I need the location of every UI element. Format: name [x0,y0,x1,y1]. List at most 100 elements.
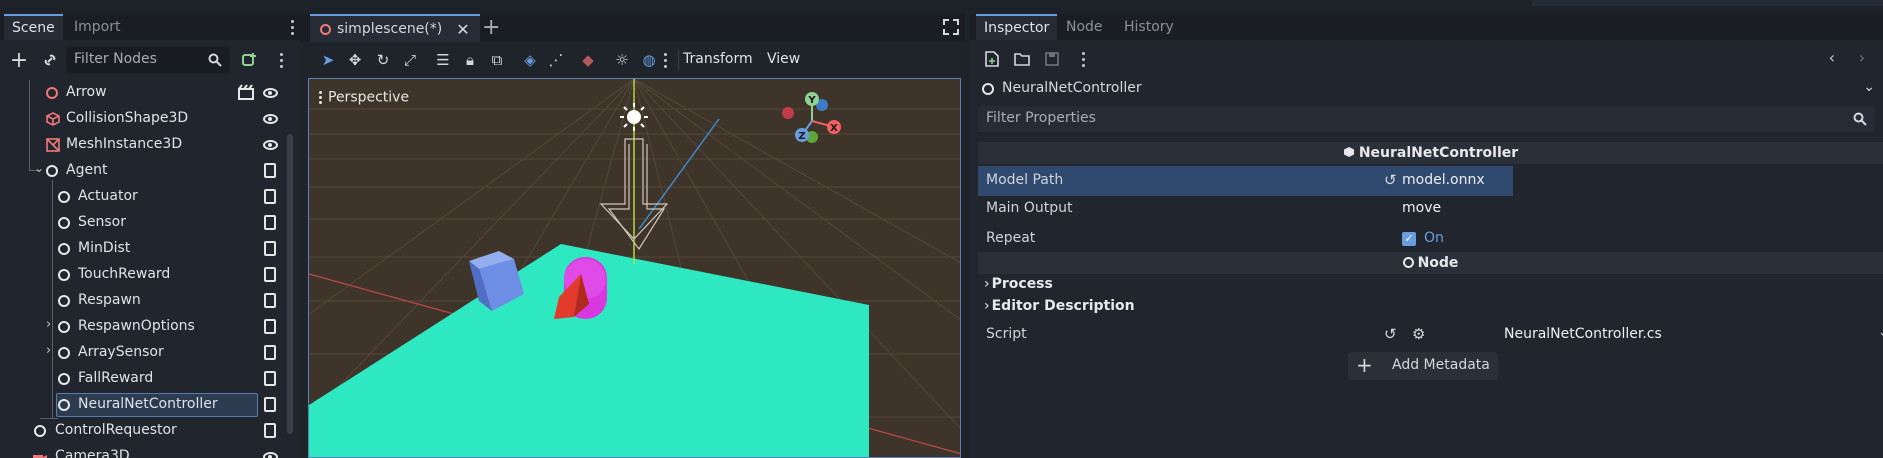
eye-icon[interactable] [262,84,280,102]
eye-icon[interactable] [262,110,280,128]
tab-import[interactable]: Import [66,14,128,40]
open-folder-icon[interactable] [1010,47,1034,71]
model-path-value[interactable]: model.onnx [1402,172,1485,188]
history-back-icon[interactable]: ‹ [1829,48,1835,67]
tab-history[interactable]: History [1116,14,1182,40]
search-icon [208,53,222,67]
3d-viewport[interactable]: Perspective Y X Z [308,78,961,458]
scene-tree-scrollbar[interactable] [287,134,293,434]
tree-row-meshinstance3d[interactable]: MeshInstance3D [0,132,290,158]
preview-camera-icon[interactable]: ◆ [578,50,598,70]
tree-row-mindist[interactable]: MinDist [0,236,290,262]
history-forward-icon[interactable]: › [1859,48,1865,67]
transform-menu[interactable]: Transform [683,51,753,67]
viewport-more-icon[interactable] [627,51,631,69]
chevron-down-icon[interactable]: ⌄ [1878,325,1883,340]
new-tab-icon[interactable]: + [482,15,500,40]
local-space-icon[interactable]: ◈ [520,50,540,70]
dock-menu-icon[interactable] [291,18,295,36]
script-icon[interactable] [262,370,280,388]
environment-icon[interactable]: ◍ [639,50,659,70]
scene-tab-title: simplescene(*) [337,21,443,37]
tab-scene[interactable]: Scene [4,14,63,40]
group-icon[interactable]: ⧉ [487,50,507,70]
instance-scene-icon[interactable] [238,48,262,72]
tree-row-respawn[interactable]: Respawn [0,288,290,314]
script-icon[interactable] [262,266,280,284]
clapper-icon[interactable] [238,84,256,102]
prop-repeat[interactable]: Repeat ✓ On [978,224,1883,254]
script-icon[interactable] [262,292,280,310]
script-icon[interactable] [262,396,280,414]
inspector-more-icon[interactable] [1082,50,1086,68]
add-metadata-button[interactable]: + Add Metadata [1348,352,1498,380]
chevron-right-icon[interactable]: › [46,343,51,358]
filter-properties-input[interactable]: Filter Properties [978,106,1875,132]
top-search-field[interactable] [1532,0,1883,6]
tree-row-respawnoptions[interactable]: › RespawnOptions [0,314,290,340]
tree-row-touchreward[interactable]: TouchReward [0,262,290,288]
script-icon[interactable] [262,240,280,258]
save-icon[interactable] [1040,47,1064,71]
tree-row-sensor[interactable]: Sensor [0,210,290,236]
eye-icon[interactable] [262,136,280,154]
revert-icon[interactable]: ↺ [1384,325,1397,343]
add-node-icon[interactable]: + [7,48,31,73]
axis-gizmo[interactable]: Y X Z [774,87,854,157]
scene-tab[interactable]: simplescene(*) ✕ [310,14,480,42]
viewport-menu-icon[interactable] [664,51,668,69]
tree-row-camera3d[interactable]: Camera3D [0,444,290,458]
script-icon[interactable] [262,162,280,180]
prop-label: Main Output [986,200,1073,216]
script-icon[interactable] [262,188,280,206]
repeat-checkbox[interactable]: ✓ [1402,232,1416,246]
move-tool-icon[interactable]: ✥ [345,50,365,70]
tree-row-arrow[interactable]: Arrow [0,80,290,106]
list-select-icon[interactable]: ☰ [433,50,453,70]
scene-menu-icon[interactable] [280,51,284,69]
view-menu[interactable]: View [767,51,800,67]
tree-row-arraysensor[interactable]: › ArraySensor [0,340,290,366]
tree-row-controlrequestor[interactable]: ControlRequestor [0,418,290,444]
prop-main-output[interactable]: Main Output move [978,194,1883,224]
tab-node[interactable]: Node [1058,14,1111,40]
close-tab-icon[interactable]: ✕ [456,20,469,39]
prop-script[interactable]: Script ↺ ⚙ NeuralNetController.cs ⌄ [978,320,1883,350]
rotate-tool-icon[interactable]: ↻ [373,50,393,70]
script-icon[interactable] [262,214,280,232]
eye-icon[interactable] [262,448,280,458]
lock-icon[interactable]: 🔒︎ [460,50,480,70]
tab-inspector[interactable]: Inspector [976,14,1058,40]
tree-row-agent[interactable]: ⌄ Agent [0,158,290,184]
snap-icon[interactable]: ⋰ [546,50,566,70]
tree-row-collisionshape3d[interactable]: CollisionShape3D [0,106,290,132]
tree-row-actuator[interactable]: Actuator [0,184,290,210]
tree-row-label: ArraySensor [78,344,164,360]
filter-nodes-input[interactable]: Filter Nodes [66,47,230,73]
gear-icon[interactable]: ⚙ [1412,325,1425,343]
tree-row-neuralnetcontroller[interactable]: NeuralNetController [0,392,290,418]
viewport-panel: simplescene(*) ✕ + ➤ ✥ ↻ ⤢ ☰ 🔒︎ ⧉ ◈ ⋰ ◆ … [300,14,965,458]
group-editor-description[interactable]: › Editor Description [984,298,1135,314]
script-icon[interactable] [262,422,280,440]
chevron-down-icon[interactable]: ⌄ [34,161,44,175]
prop-model-path[interactable]: Model Path ↺ model.onnx [978,166,1883,196]
fullscreen-icon[interactable] [943,19,959,39]
select-tool-icon[interactable]: ➤ [318,50,338,70]
scale-tool-icon[interactable]: ⤢ [400,50,420,70]
chevron-down-icon[interactable]: ⌄ [1863,79,1875,95]
revert-icon[interactable]: ↺ [1384,171,1397,189]
node3d-icon [46,87,58,99]
script-value[interactable]: NeuralNetController.cs [1504,326,1662,342]
new-resource-icon[interactable] [980,47,1004,71]
script-icon[interactable] [262,344,280,362]
perspective-menu[interactable]: Perspective [319,89,409,106]
chevron-right-icon[interactable]: › [46,317,51,332]
object-selector[interactable]: NeuralNetController ⌄ [978,76,1875,102]
main-output-value[interactable]: move [1402,200,1441,216]
link-icon[interactable] [38,48,62,72]
script-icon[interactable] [262,318,280,336]
tree-row-fallreward[interactable]: FallReward [0,366,290,392]
group-process[interactable]: › Process [984,276,1053,292]
node-icon [1402,257,1414,268]
